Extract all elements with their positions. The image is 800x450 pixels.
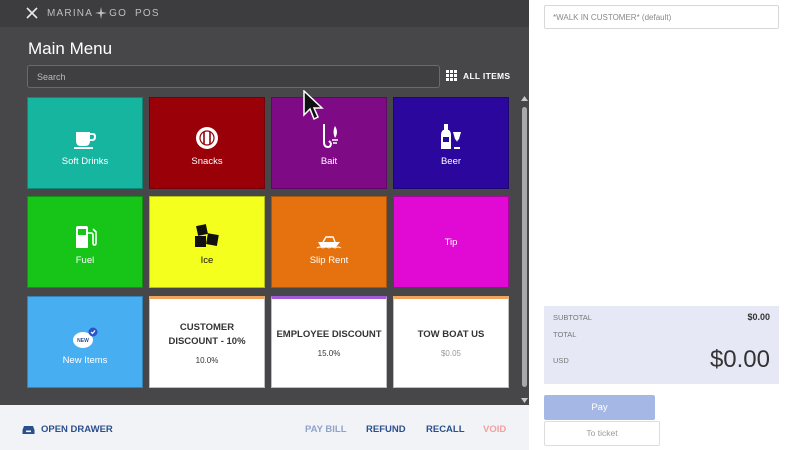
tile-label: Slip Rent xyxy=(309,254,349,266)
subtotal-label: SUBTOTAL xyxy=(553,313,592,322)
tile-label: Beer xyxy=(440,155,462,167)
fishing-bait-icon xyxy=(323,123,338,148)
subtotal-value: $0.00 xyxy=(747,312,770,322)
main-menu-panel: MARINA GO POS Main Menu ALL ITEMS Soft D… xyxy=(0,0,529,405)
open-drawer-button[interactable]: OPEN DRAWER xyxy=(22,424,113,435)
open-drawer-label: OPEN DRAWER xyxy=(41,424,113,435)
new-badge-icon: NEW xyxy=(73,327,98,348)
tile-bait[interactable]: Bait xyxy=(271,97,387,189)
refund-button[interactable]: REFUND xyxy=(366,424,406,435)
tile-snacks[interactable]: Snacks xyxy=(149,97,265,189)
bottom-action-bar: OPEN DRAWER PAY BILL REFUND RECALL VOID xyxy=(0,405,529,450)
tile-label: TOW BOAT US xyxy=(417,329,485,340)
currency-label: USD xyxy=(553,356,569,365)
compass-icon xyxy=(95,7,108,19)
totals-panel: SUBTOTAL $0.00 TOTAL USD $0.00 xyxy=(544,306,779,384)
tile-customer-discount[interactable]: CUSTOMER DISCOUNT - 10% 10.0% xyxy=(149,296,265,388)
search-input[interactable] xyxy=(27,65,440,88)
tile-employee-discount[interactable]: EMPLOYEE DISCOUNT 15.0% xyxy=(271,296,387,388)
total-label: TOTAL xyxy=(553,330,577,339)
mouse-cursor-icon xyxy=(303,90,324,121)
tile-ice[interactable]: Ice xyxy=(149,196,265,288)
scroll-up-arrow-icon[interactable] xyxy=(521,95,528,101)
tile-fuel[interactable]: Fuel xyxy=(27,196,143,288)
void-button[interactable]: VOID xyxy=(483,424,506,435)
plate-icon xyxy=(196,126,218,149)
all-items-label: ALL ITEMS xyxy=(463,70,511,81)
grid-icon xyxy=(446,70,457,81)
to-ticket-button[interactable]: To ticket xyxy=(544,421,660,446)
tile-label: New Items xyxy=(62,354,108,366)
ice-cubes-icon xyxy=(195,223,219,247)
total-amount: $0.00 xyxy=(709,346,770,373)
tile-new-items[interactable]: NEW New Items xyxy=(27,296,143,388)
tile-label: Bait xyxy=(320,155,338,167)
tile-label: Fuel xyxy=(75,254,95,266)
tile-soft-drinks[interactable]: Soft Drinks xyxy=(27,97,143,189)
page-title: Main Menu xyxy=(28,39,113,58)
boat-icon xyxy=(316,235,342,249)
tile-tip[interactable]: Tip xyxy=(393,196,509,288)
tile-sub-value: 10.0% xyxy=(195,356,219,365)
brand-left-text: MARINA xyxy=(47,7,94,19)
tiles-scrollbar[interactable] xyxy=(520,95,529,405)
top-bar: MARINA GO POS xyxy=(0,0,529,27)
recall-button[interactable]: RECALL xyxy=(426,424,465,435)
pay-bill-button[interactable]: PAY BILL xyxy=(305,424,347,435)
brand-right-text: GO POS xyxy=(109,7,160,19)
tile-sub-value: 15.0% xyxy=(317,349,341,358)
tile-label: EMPLOYEE DISCOUNT xyxy=(276,329,382,340)
tile-slip-rent[interactable]: Slip Rent xyxy=(271,196,387,288)
tile-label: CUSTOMER DISCOUNT - 10% xyxy=(168,322,246,347)
tile-sub-value: $0.05 xyxy=(440,349,462,358)
tile-label: Soft Drinks xyxy=(61,155,109,167)
customer-selector[interactable]: *WALK IN CUSTOMER* (default) xyxy=(544,5,779,29)
svg-text:NEW: NEW xyxy=(77,338,89,344)
cup-icon xyxy=(74,131,97,149)
scroll-thumb[interactable] xyxy=(522,107,527,387)
all-items-button[interactable]: ALL ITEMS xyxy=(446,70,510,81)
tile-beer[interactable]: Beer xyxy=(393,97,509,189)
tile-label: Ice xyxy=(200,254,214,266)
pay-button[interactable]: Pay xyxy=(544,395,655,420)
fuel-pump-icon xyxy=(76,225,97,248)
brand-logo: MARINA GO POS xyxy=(47,7,160,19)
scroll-down-arrow-icon[interactable] xyxy=(521,398,528,404)
beer-bottle-icon xyxy=(441,123,461,149)
close-icon[interactable] xyxy=(24,5,40,21)
cash-drawer-icon xyxy=(22,425,35,434)
tile-label: Tip xyxy=(444,236,458,248)
tile-tow-boat-us[interactable]: TOW BOAT US $0.05 xyxy=(393,296,509,388)
tile-label: Snacks xyxy=(191,155,223,167)
